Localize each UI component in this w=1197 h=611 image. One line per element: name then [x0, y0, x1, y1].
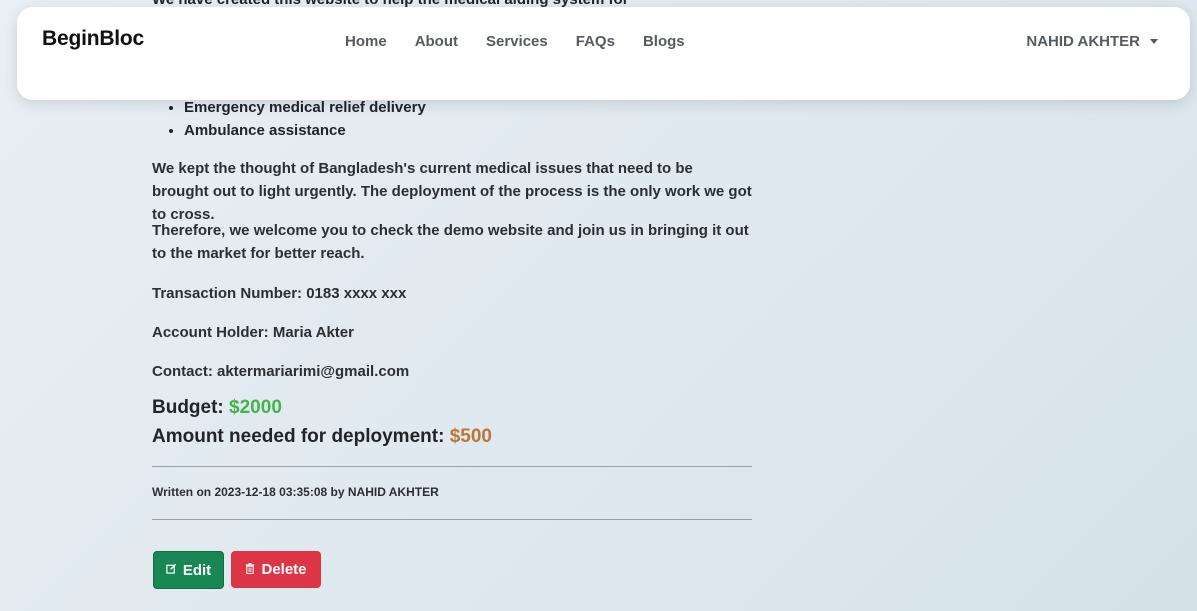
paragraph-invite: Therefore, we welcome you to check the d… — [152, 222, 749, 262]
paragraph-issues: We kept the thought of Bangladesh's curr… — [152, 160, 752, 223]
contact-info: Contact: aktermariarimi@gmail.com — [152, 363, 410, 380]
user-dropdown[interactable]: NAHID AKHTER — [1026, 33, 1158, 50]
divider — [152, 519, 752, 520]
transaction-number: Transaction Number: 0183 xxxx xxx — [152, 285, 407, 302]
post-meta: Written on 2023-12-18 03:35:08 by NAHID … — [152, 485, 439, 499]
budget-label: Budget: — [152, 397, 224, 418]
nav-link-services[interactable]: Services — [486, 33, 548, 50]
trash-icon — [245, 562, 255, 577]
list-item: Ambulance assistance — [184, 119, 426, 142]
user-name: NAHID AKHTER — [1026, 33, 1140, 50]
delete-button-label: Delete — [261, 561, 307, 578]
edit-icon — [166, 563, 177, 577]
brand-logo[interactable]: BeginBloc — [42, 27, 144, 51]
nav-link-faqs[interactable]: FAQs — [576, 33, 615, 50]
nav-links: Home About Services FAQs Blogs — [345, 33, 685, 50]
nav-link-about[interactable]: About — [415, 33, 458, 50]
nav-link-blogs[interactable]: Blogs — [643, 33, 685, 50]
edit-button[interactable]: Edit — [153, 551, 224, 589]
amount-needed-value: $500 — [449, 426, 492, 447]
amount-needed-label: Amount needed for deployment: — [152, 426, 445, 447]
budget-line: Budget: $2000 — [152, 397, 282, 419]
budget-value: $2000 — [229, 397, 282, 418]
account-holder: Account Holder: Maria Akter — [152, 324, 354, 341]
caret-down-icon — [1150, 39, 1158, 44]
divider — [152, 466, 752, 467]
amount-needed-line: Amount needed for deployment: $500 — [152, 426, 492, 448]
navbar: BeginBloc Home About Services FAQs Blogs… — [17, 7, 1190, 100]
nav-link-home[interactable]: Home — [345, 33, 387, 50]
feature-list: Emergency medical relief delivery Ambula… — [152, 96, 426, 142]
edit-button-label: Edit — [182, 561, 212, 579]
delete-button[interactable]: Delete — [231, 551, 321, 588]
